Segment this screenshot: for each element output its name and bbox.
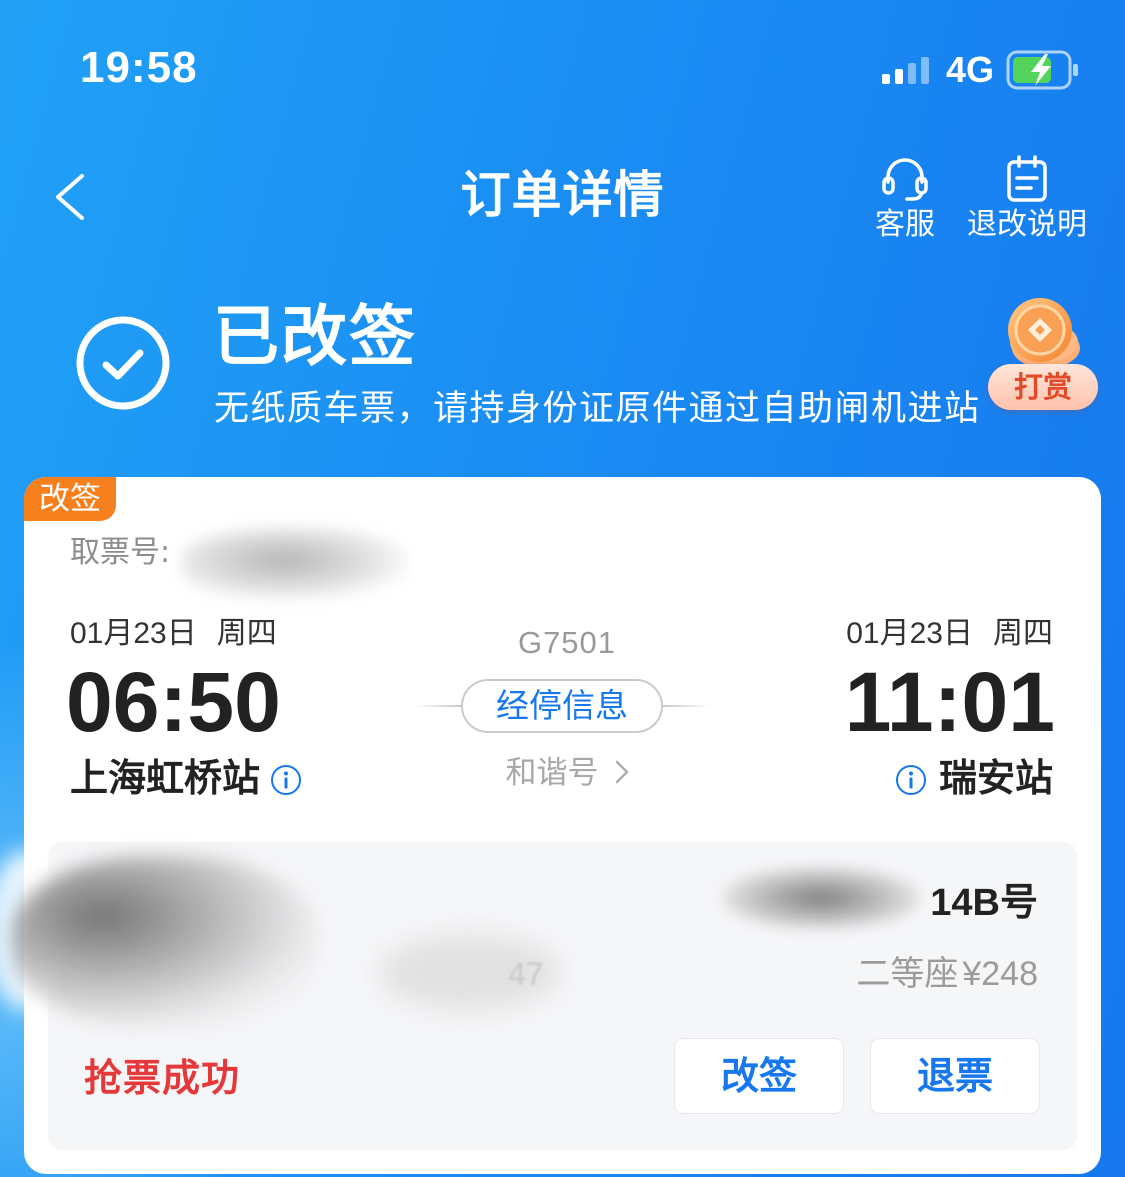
order-status-subtitle: 无纸质车票，请持身份证原件通过自助闸机进站 bbox=[214, 389, 981, 429]
seat-number: 14B号 bbox=[930, 882, 1038, 924]
signal-bar bbox=[908, 63, 916, 84]
ticket-status-tag: 改签 bbox=[24, 477, 116, 521]
arrival-date-text: 01月23日 bbox=[846, 617, 973, 650]
arrival-date: 01月23日 周四 bbox=[846, 616, 1053, 652]
signal-bar bbox=[882, 74, 890, 84]
reward-button[interactable]: 打赏 bbox=[986, 296, 1100, 414]
seat-class: 二等座 bbox=[856, 955, 959, 993]
signal-bar bbox=[895, 69, 903, 84]
departure-weekday: 周四 bbox=[216, 617, 277, 650]
status-time: 19:58 bbox=[80, 43, 198, 92]
departure-date: 01月23日 周四 bbox=[70, 616, 277, 652]
pickup-number-label: 取票号: bbox=[70, 535, 171, 570]
check-circle-icon bbox=[76, 316, 170, 410]
customer-service-label: 客服 bbox=[875, 207, 935, 242]
reward-pill: 打赏 bbox=[988, 364, 1098, 410]
departure-time: 06:50 bbox=[66, 655, 281, 749]
train-type-link[interactable]: 和谐号 bbox=[417, 754, 717, 792]
departure-station[interactable]: 上海虹桥站 bbox=[70, 756, 302, 800]
refund-rules-label: 退改说明 bbox=[967, 207, 1087, 242]
chevron-right-icon bbox=[615, 760, 628, 784]
reward-label: 打赏 bbox=[1013, 370, 1072, 404]
arrival-station[interactable]: 瑞安站 bbox=[895, 756, 1053, 800]
seat-class-price: 二等座 ¥248 bbox=[856, 954, 1038, 994]
refund-ticket-button[interactable]: 退票 bbox=[870, 1038, 1040, 1114]
info-icon[interactable] bbox=[270, 764, 302, 796]
signal-strength-icon bbox=[882, 56, 936, 84]
arrival-weekday: 周四 bbox=[993, 617, 1053, 650]
departure-station-name: 上海虹桥站 bbox=[70, 756, 261, 800]
arrival-station-name: 瑞安站 bbox=[938, 756, 1053, 800]
network-type: 4G bbox=[946, 49, 995, 90]
route-line-right bbox=[663, 705, 711, 707]
document-icon bbox=[1007, 155, 1047, 202]
redacted-partial-text: 47 bbox=[508, 956, 544, 992]
headset-icon bbox=[882, 158, 928, 201]
change-ticket-button[interactable]: 改签 bbox=[674, 1038, 844, 1114]
grab-status: 抢票成功 bbox=[84, 1056, 241, 1100]
ticket-price: ¥248 bbox=[962, 955, 1038, 993]
customer-service-button[interactable]: 客服 bbox=[866, 150, 944, 242]
route-line-left bbox=[413, 705, 461, 707]
train-number: G7501 bbox=[517, 625, 617, 660]
train-type-label: 和谐号 bbox=[505, 755, 599, 791]
signal-bar bbox=[921, 57, 929, 84]
order-status-title: 已改签 bbox=[213, 298, 417, 375]
refund-rules-button[interactable]: 退改说明 bbox=[962, 150, 1092, 242]
info-icon[interactable] bbox=[895, 764, 927, 796]
stops-info-button[interactable]: 经停信息 bbox=[461, 679, 663, 733]
page-title: 订单详情 bbox=[460, 166, 665, 224]
coin-icon bbox=[1008, 298, 1080, 368]
departure-date-text: 01月23日 bbox=[70, 617, 197, 650]
battery-charging-icon bbox=[1006, 50, 1078, 90]
arrival-time: 11:01 bbox=[844, 655, 1055, 749]
